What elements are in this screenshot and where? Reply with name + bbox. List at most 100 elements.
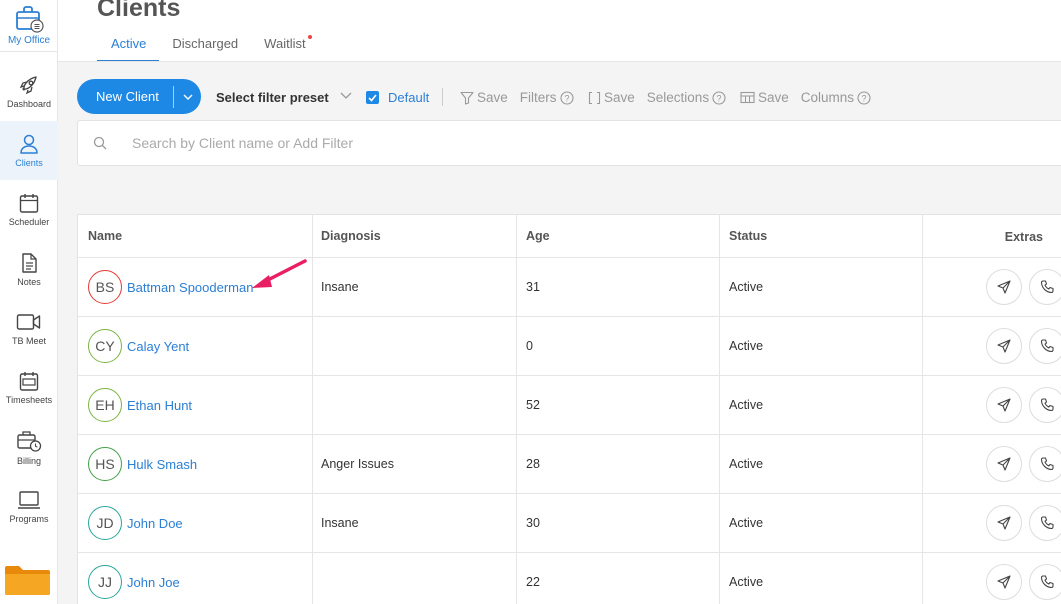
table-row[interactable]: EH Ethan Hunt 52 Active	[78, 376, 1061, 435]
name-cell: CY Calay Yent	[78, 317, 312, 375]
client-name-link[interactable]: Battman Spooderman	[127, 280, 253, 295]
call-button[interactable]	[1029, 564, 1061, 600]
help-icon[interactable]: ?	[559, 90, 574, 105]
sidebar-item-scheduler[interactable]: Scheduler	[0, 180, 58, 239]
rocket-icon	[19, 76, 37, 95]
new-client-button[interactable]: New Client	[77, 79, 201, 114]
help-icon[interactable]: ?	[857, 90, 871, 105]
phone-icon	[1040, 339, 1054, 353]
call-button[interactable]	[1029, 387, 1061, 423]
table-row[interactable]: JJ John Joe 22 Active	[78, 553, 1061, 604]
call-button[interactable]	[1029, 269, 1061, 305]
header-diagnosis[interactable]: Diagnosis	[312, 215, 516, 257]
sidebar-item-tb-meet[interactable]: TB Meet	[0, 299, 58, 358]
send-message-button[interactable]	[986, 564, 1022, 600]
new-client-dropdown[interactable]	[174, 94, 201, 100]
avatar: CY	[88, 329, 122, 363]
send-icon	[997, 339, 1011, 353]
sidebar-item-dashboard[interactable]: Dashboard	[0, 62, 58, 121]
send-icon	[997, 457, 1011, 471]
status-cell: Active	[729, 339, 764, 353]
sidebar-item-billing[interactable]: Billing	[0, 418, 58, 477]
age-cell: 30	[526, 516, 540, 530]
extras-cell	[922, 376, 1061, 434]
age-cell: 52	[526, 398, 540, 412]
folder-icon[interactable]	[5, 564, 50, 595]
search-bar	[77, 120, 1061, 166]
table-row[interactable]: HS Hulk Smash Anger Issues 28 Active	[78, 435, 1061, 494]
header-status[interactable]: Status	[719, 215, 922, 257]
chevron-down-icon	[183, 94, 192, 100]
header-name[interactable]: Name	[78, 215, 312, 257]
filter-preset-select[interactable]: Select filter preset	[216, 90, 329, 105]
send-message-button[interactable]	[986, 269, 1022, 305]
sidebar-item-programs[interactable]: Programs	[0, 477, 58, 536]
sidebar-item-notes[interactable]: Notes	[0, 240, 58, 299]
video-icon	[16, 314, 41, 330]
sidebar-item-label: Timesheets	[5, 395, 53, 405]
status-cell: Active	[729, 575, 764, 589]
send-icon	[997, 280, 1011, 294]
sidebar-item-label: Billing	[16, 456, 41, 466]
sidebar-my-office[interactable]: My Office	[0, 0, 58, 52]
tab-label: Waitlist	[264, 36, 306, 51]
tab-waitlist[interactable]: Waitlist	[251, 35, 318, 62]
save-columns-button[interactable]: Save Columns ?	[740, 90, 871, 105]
tab-bar: Active Discharged Waitlist	[97, 35, 319, 62]
phone-icon	[1040, 398, 1054, 412]
client-name-link[interactable]: Calay Yent	[127, 339, 189, 354]
call-button[interactable]	[1029, 446, 1061, 482]
avatar: JJ	[88, 565, 122, 599]
chevron-down-icon[interactable]	[340, 92, 352, 100]
save-filters-button[interactable]: Save Filters ?	[460, 90, 574, 105]
sidebar-item-label: Notes	[17, 277, 41, 287]
send-message-button[interactable]	[986, 387, 1022, 423]
client-name-link[interactable]: Ethan Hunt	[127, 398, 192, 413]
app-root: My Office Dashboard Clients Scheduler No…	[0, 0, 1061, 604]
client-name-link[interactable]: Hulk Smash	[127, 457, 197, 472]
client-name-link[interactable]: John Doe	[127, 516, 183, 531]
name-cell: EH Ethan Hunt	[78, 376, 312, 434]
phone-icon	[1040, 457, 1054, 471]
header-age[interactable]: Age	[516, 215, 719, 257]
call-button[interactable]	[1029, 505, 1061, 541]
table-row[interactable]: BS Battman Spooderman Insane 31 Active	[78, 258, 1061, 317]
new-client-label: New Client	[96, 89, 159, 104]
extras-cell	[922, 494, 1061, 552]
avatar: BS	[88, 270, 122, 304]
table-row[interactable]: CY Calay Yent 0 Active	[78, 317, 1061, 376]
selection-icon	[588, 91, 601, 104]
age-cell: 31	[526, 280, 540, 294]
calendar-icon	[19, 194, 39, 213]
save-filters-label: Filters	[519, 90, 557, 105]
diagnosis-cell: Insane	[321, 516, 359, 530]
send-message-button[interactable]	[986, 505, 1022, 541]
send-icon	[997, 516, 1011, 530]
help-icon[interactable]: ?	[712, 90, 726, 105]
call-button[interactable]	[1029, 328, 1061, 364]
tab-active[interactable]: Active	[97, 36, 160, 62]
save-word: Save	[604, 90, 635, 105]
avatar: HS	[88, 447, 122, 481]
user-icon	[20, 134, 38, 154]
search-input[interactable]	[132, 133, 632, 153]
filter-icon	[460, 91, 474, 105]
client-name-link[interactable]: John Joe	[127, 575, 180, 590]
default-checkbox[interactable]	[366, 91, 379, 104]
sidebar-item-label: Dashboard	[6, 99, 52, 109]
diagnosis-cell: Insane	[321, 280, 359, 294]
age-cell: 22	[526, 575, 540, 589]
save-selections-button[interactable]: Save Selections ?	[588, 90, 726, 105]
tab-discharged[interactable]: Discharged	[159, 36, 251, 62]
send-icon	[997, 398, 1011, 412]
send-message-button[interactable]	[986, 328, 1022, 364]
table-row[interactable]: JD John Doe Insane 30 Active	[78, 494, 1061, 553]
send-message-button[interactable]	[986, 446, 1022, 482]
annotation-arrow-icon	[252, 259, 307, 288]
tab-label: Discharged	[172, 36, 239, 51]
name-cell: HS Hulk Smash	[78, 435, 312, 493]
default-label[interactable]: Default	[388, 90, 429, 105]
sidebar-item-timesheets[interactable]: Timesheets	[0, 358, 58, 417]
svg-text:?: ?	[717, 93, 722, 103]
sidebar-item-clients[interactable]: Clients	[0, 121, 58, 180]
